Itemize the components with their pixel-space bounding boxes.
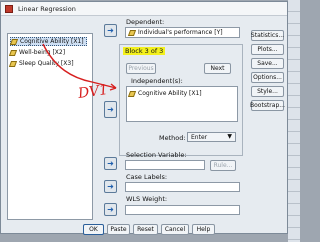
annotation-overlay	[42, 43, 117, 91]
